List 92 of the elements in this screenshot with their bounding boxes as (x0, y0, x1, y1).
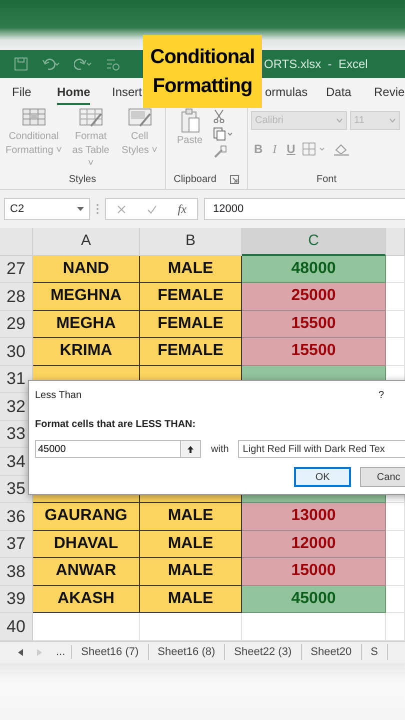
scroll-left-icon[interactable] (18, 648, 23, 656)
table-cell: 25000 (242, 283, 386, 310)
table-cell: MALE (140, 256, 242, 283)
table-cell (386, 530, 405, 558)
row-header[interactable]: 27 (0, 256, 33, 283)
ribbon-tab[interactable]: Revie (374, 83, 405, 103)
table-cell: AKASH (33, 586, 140, 613)
undo-icon[interactable] (42, 57, 60, 71)
table-cell: 12000 (242, 530, 386, 558)
grip-icon (96, 203, 99, 215)
ribbon-tab[interactable]: File (12, 83, 32, 103)
group-label: Clipboard (174, 173, 216, 187)
column-header[interactable]: B (140, 228, 242, 256)
caret-icon (336, 118, 343, 123)
table-cell: MALE (140, 530, 242, 558)
table-cell: MEGHNA (33, 283, 140, 310)
up-arrow-icon (187, 444, 194, 454)
table-cell: 15500 (242, 338, 386, 366)
row-header[interactable]: 28 (0, 283, 33, 310)
format-dropdown[interactable]: Light Red Fill with Dark Red Tex (238, 440, 405, 458)
row-header[interactable]: 30 (0, 338, 33, 366)
table-cell: 45000 (242, 586, 386, 613)
table-cell: MALE (140, 586, 242, 613)
table-cell (386, 256, 405, 283)
conditional-formatting-icon (22, 108, 46, 127)
table-cell: KRIMA (33, 338, 140, 366)
caret-icon (77, 206, 84, 212)
caret-icon (389, 118, 396, 123)
format-table-icon (78, 108, 103, 127)
table-cell (386, 283, 405, 310)
collapse-button[interactable] (181, 440, 201, 458)
check-icon[interactable] (146, 204, 157, 214)
format-painter-icon (212, 145, 227, 159)
ribbon-tab[interactable]: Data (326, 83, 352, 103)
dialog-launcher-icon[interactable] (230, 175, 240, 184)
table-cell: FEMALE (140, 283, 242, 310)
with-label: with (211, 442, 229, 456)
save-icon[interactable] (14, 57, 28, 71)
sheet-tab[interactable]: Sheet20 (302, 644, 362, 660)
column-header[interactable]: A (33, 228, 140, 256)
table-cell: 13000 (242, 503, 386, 530)
clipboard-icon (180, 108, 200, 134)
table-cell: 48000 (242, 256, 386, 283)
formula-field[interactable]: 12000 (204, 198, 405, 220)
group-label: Styles (68, 173, 96, 187)
dialog-button[interactable]: Canc (360, 467, 405, 487)
more-sheets-button[interactable]: ... (56, 644, 66, 660)
sheet-tab[interactable]: Sheet22 (3) (225, 644, 302, 660)
ribbon-tab[interactable]: ormulas (265, 83, 308, 103)
row-header[interactable]: 37 (0, 530, 33, 558)
insert-function-button[interactable]: fx (178, 200, 186, 218)
cell-styles-icon (128, 108, 152, 127)
sheet-tab[interactable]: Sheet16 (7) (72, 644, 149, 660)
table-cell: 15000 (242, 558, 386, 586)
row-header[interactable]: 39 (0, 586, 33, 613)
sheet-tab[interactable]: Sheet16 (8) (148, 644, 226, 660)
table-cell: MALE (140, 503, 242, 530)
table-cell: DHAVAL (33, 530, 140, 558)
value-field[interactable]: 45000 (35, 440, 181, 458)
help-button[interactable]: ? (378, 388, 384, 403)
sheet-tab[interactable]: S (362, 644, 388, 660)
table-cell: FEMALE (140, 310, 242, 338)
row-header[interactable]: 29 (0, 310, 33, 338)
dialog-button[interactable]: OK (294, 467, 352, 487)
name-box[interactable]: C2 (4, 198, 90, 220)
table-cell (386, 310, 405, 338)
table-cell: MEGHA (33, 310, 140, 338)
ribbon-tab[interactable]: Insert (112, 83, 142, 103)
column-header[interactable]: C (242, 228, 386, 256)
table-cell (386, 503, 405, 530)
table-cell (386, 338, 405, 366)
row-header[interactable]: 38 (0, 558, 33, 586)
table-cell (386, 586, 405, 613)
cancel-icon[interactable] (116, 204, 126, 214)
table-cell: GAURANG (33, 503, 140, 530)
table-cell (386, 558, 405, 586)
scroll-right-icon[interactable] (37, 648, 42, 656)
dialog-prompt: Format cells that are LESS THAN: (34, 418, 197, 432)
group-label: Font (316, 173, 336, 187)
table-cell: MALE (140, 558, 242, 586)
table-cell: 15500 (242, 310, 386, 338)
table-cell: FEMALE (140, 338, 242, 366)
row-header[interactable]: 36 (0, 503, 33, 530)
copy-icon (212, 127, 233, 141)
dialog-title: Less Than (35, 389, 82, 403)
scissors-icon (212, 109, 225, 123)
table-cell: NAND (33, 256, 140, 283)
redo-icon[interactable] (74, 57, 92, 71)
window-title: ORTS.xlsx - Excel (264, 56, 368, 73)
row-header[interactable]: 40 (0, 613, 33, 640)
table-cell: ANWAR (33, 558, 140, 586)
video-caption: Conditional Formatting (143, 35, 262, 108)
